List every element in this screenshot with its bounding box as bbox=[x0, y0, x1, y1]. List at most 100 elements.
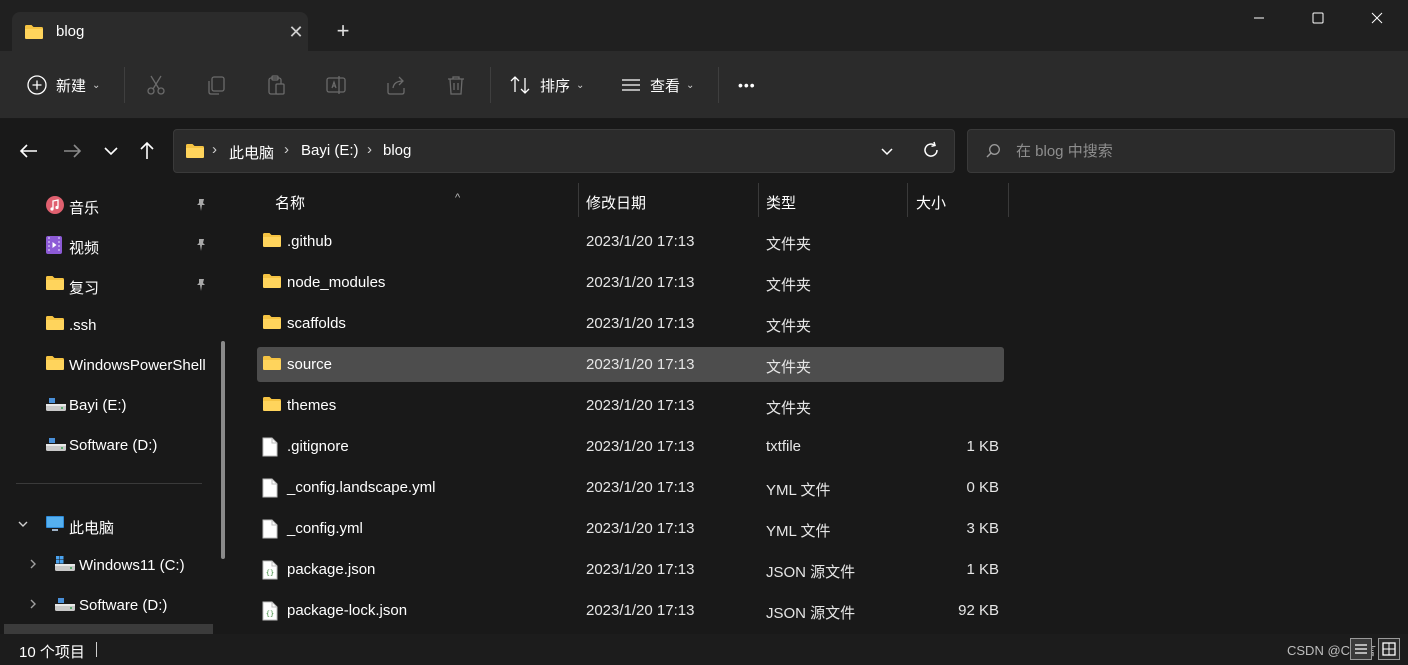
chevron-right-icon[interactable] bbox=[27, 598, 39, 610]
details-view-button[interactable] bbox=[1350, 638, 1372, 660]
maximize-button[interactable] bbox=[1295, 4, 1341, 34]
forward-button[interactable] bbox=[60, 139, 84, 163]
sidebar-item-review[interactable]: 复习 bbox=[0, 266, 214, 302]
chevron-right-icon[interactable] bbox=[27, 558, 39, 570]
file-row[interactable]: node_modules 2023/1/20 17:13 文件夹 bbox=[257, 265, 1004, 300]
large-icons-view-button[interactable] bbox=[1378, 638, 1400, 660]
sidebar-item-music[interactable]: 音乐 bbox=[0, 186, 214, 222]
file-type: 文件夹 bbox=[766, 236, 812, 253]
breadcrumb-this-pc[interactable]: 此电脑 bbox=[229, 142, 274, 163]
close-tab-icon[interactable]: ✕ bbox=[284, 21, 308, 45]
sidebar-divider bbox=[16, 483, 202, 484]
breadcrumb-drive[interactable]: Bayi (E:) bbox=[301, 142, 359, 159]
tab-blog[interactable]: blog ✕ bbox=[12, 12, 308, 51]
file-name: _config.yml bbox=[287, 520, 363, 537]
sidebar-item-label: Software (D:) bbox=[79, 597, 168, 614]
sort-button[interactable]: 排序 ⌄ bbox=[508, 71, 584, 99]
chevron-down-icon bbox=[881, 148, 893, 156]
file-row[interactable]: .gitignore 2023/1/20 17:13 txtfile 1 KB bbox=[257, 429, 1004, 464]
close-window-button[interactable] bbox=[1354, 4, 1400, 34]
delete-icon[interactable] bbox=[444, 73, 468, 97]
sidebar-item-this-pc[interactable]: 此电脑 bbox=[0, 506, 214, 542]
column-divider[interactable] bbox=[578, 183, 579, 217]
details-view-icon bbox=[1355, 644, 1367, 654]
file-type: 文件夹 bbox=[766, 318, 812, 335]
new-tab-button[interactable]: + bbox=[330, 19, 356, 45]
pin-icon bbox=[194, 238, 208, 252]
breadcrumb-separator: › bbox=[212, 141, 217, 158]
column-divider[interactable] bbox=[758, 183, 759, 217]
folder-icon bbox=[262, 232, 282, 252]
sidebar-horizontal-scrollbar[interactable] bbox=[4, 624, 213, 634]
up-button[interactable] bbox=[135, 139, 159, 163]
command-bar: 新建 ⌄ 排序 ⌄ 查看 ⌄ ••• bbox=[0, 51, 1408, 119]
sort-ascending-icon: ^ bbox=[455, 192, 461, 204]
new-button[interactable]: 新建 ⌄ bbox=[26, 71, 100, 99]
file-date: 2023/1/20 17:13 bbox=[586, 520, 695, 537]
folder-icon bbox=[24, 24, 44, 44]
video-icon bbox=[45, 235, 65, 254]
address-history-button[interactable] bbox=[878, 142, 896, 164]
drive-icon bbox=[45, 435, 66, 453]
pin-icon bbox=[194, 278, 208, 292]
file-type: JSON 源文件 bbox=[766, 605, 856, 622]
sidebar-item-label: WindowsPowerShell bbox=[69, 357, 206, 374]
copy-icon[interactable] bbox=[204, 73, 228, 97]
column-header-name[interactable]: 名称 ^ bbox=[275, 183, 578, 217]
paste-icon[interactable] bbox=[264, 73, 288, 97]
more-options-button[interactable]: ••• bbox=[738, 71, 756, 99]
view-button[interactable]: 查看 ⌄ bbox=[620, 71, 694, 99]
sidebar-item-software-drive[interactable]: Software (D:) bbox=[0, 426, 214, 462]
file-row[interactable]: source 2023/1/20 17:13 文件夹 bbox=[257, 347, 1004, 382]
file-date: 2023/1/20 17:13 bbox=[586, 397, 695, 414]
recent-locations-button[interactable] bbox=[99, 139, 123, 163]
share-icon[interactable] bbox=[384, 73, 408, 97]
search-box[interactable] bbox=[967, 129, 1395, 173]
refresh-button[interactable] bbox=[921, 140, 941, 164]
column-header-date[interactable]: 修改日期 bbox=[586, 183, 758, 217]
file-row[interactable]: .github 2023/1/20 17:13 文件夹 bbox=[257, 224, 1004, 259]
back-button[interactable] bbox=[17, 139, 41, 163]
file-row[interactable]: {} package.json 2023/1/20 17:13 JSON 源文件 1 K… bbox=[257, 552, 1004, 587]
new-button-label: 新建 bbox=[56, 77, 87, 95]
minimize-button[interactable] bbox=[1236, 4, 1282, 34]
file-name: scaffolds bbox=[287, 315, 346, 332]
file-name: package-lock.json bbox=[287, 602, 408, 619]
file-icon bbox=[262, 519, 282, 539]
column-header-size[interactable]: 大小 bbox=[916, 183, 1008, 217]
arrow-right-icon bbox=[64, 144, 82, 158]
sidebar-item-bayi-drive[interactable]: Bayi (E:) bbox=[0, 386, 214, 422]
address-bar[interactable]: › 此电脑 › Bayi (E:) › blog bbox=[173, 129, 955, 173]
column-divider[interactable] bbox=[907, 183, 908, 217]
file-row[interactable]: scaffolds 2023/1/20 17:13 文件夹 bbox=[257, 306, 1004, 341]
breadcrumb-separator: › bbox=[367, 141, 372, 158]
column-divider[interactable] bbox=[1008, 183, 1009, 217]
file-icon bbox=[262, 478, 282, 498]
maximize-icon bbox=[1312, 12, 1324, 24]
search-input[interactable] bbox=[1016, 140, 1376, 162]
sidebar-item-videos[interactable]: 视频 bbox=[0, 226, 214, 262]
sidebar-item-windowspowershell[interactable]: WindowsPowerShell bbox=[0, 346, 214, 382]
file-row[interactable]: _config.yml 2023/1/20 17:13 YML 文件 3 KB bbox=[257, 511, 1004, 546]
thumbnails-view-icon bbox=[1382, 642, 1396, 656]
svg-text:{}: {} bbox=[266, 610, 274, 618]
sidebar-item-windows11-drive[interactable]: Windows11 (C:) bbox=[0, 546, 214, 582]
sidebar-item-label: 音乐 bbox=[69, 200, 100, 217]
sidebar-scrollbar[interactable] bbox=[221, 341, 225, 559]
file-name: node_modules bbox=[287, 274, 386, 291]
column-header-type[interactable]: 类型 bbox=[766, 183, 907, 217]
file-name: package.json bbox=[287, 561, 376, 578]
rename-icon[interactable] bbox=[324, 73, 348, 97]
sidebar-item-ssh[interactable]: .ssh bbox=[0, 306, 214, 342]
file-row[interactable]: {} package-lock.json 2023/1/20 17:13 JSON 源… bbox=[257, 593, 1004, 628]
music-icon bbox=[45, 195, 65, 214]
navigation-row: › 此电脑 › Bayi (E:) › blog bbox=[0, 119, 1408, 183]
chevron-down-icon[interactable] bbox=[17, 518, 29, 530]
plus-circle-icon bbox=[27, 75, 47, 95]
breadcrumb-blog[interactable]: blog bbox=[383, 142, 411, 159]
file-row[interactable]: _config.landscape.yml 2023/1/20 17:13 YML … bbox=[257, 470, 1004, 505]
cut-icon[interactable] bbox=[144, 73, 168, 97]
minimize-icon bbox=[1254, 17, 1264, 19]
sidebar-item-software-drive-pc[interactable]: Software (D:) bbox=[0, 586, 214, 622]
file-row[interactable]: themes 2023/1/20 17:13 文件夹 bbox=[257, 388, 1004, 423]
